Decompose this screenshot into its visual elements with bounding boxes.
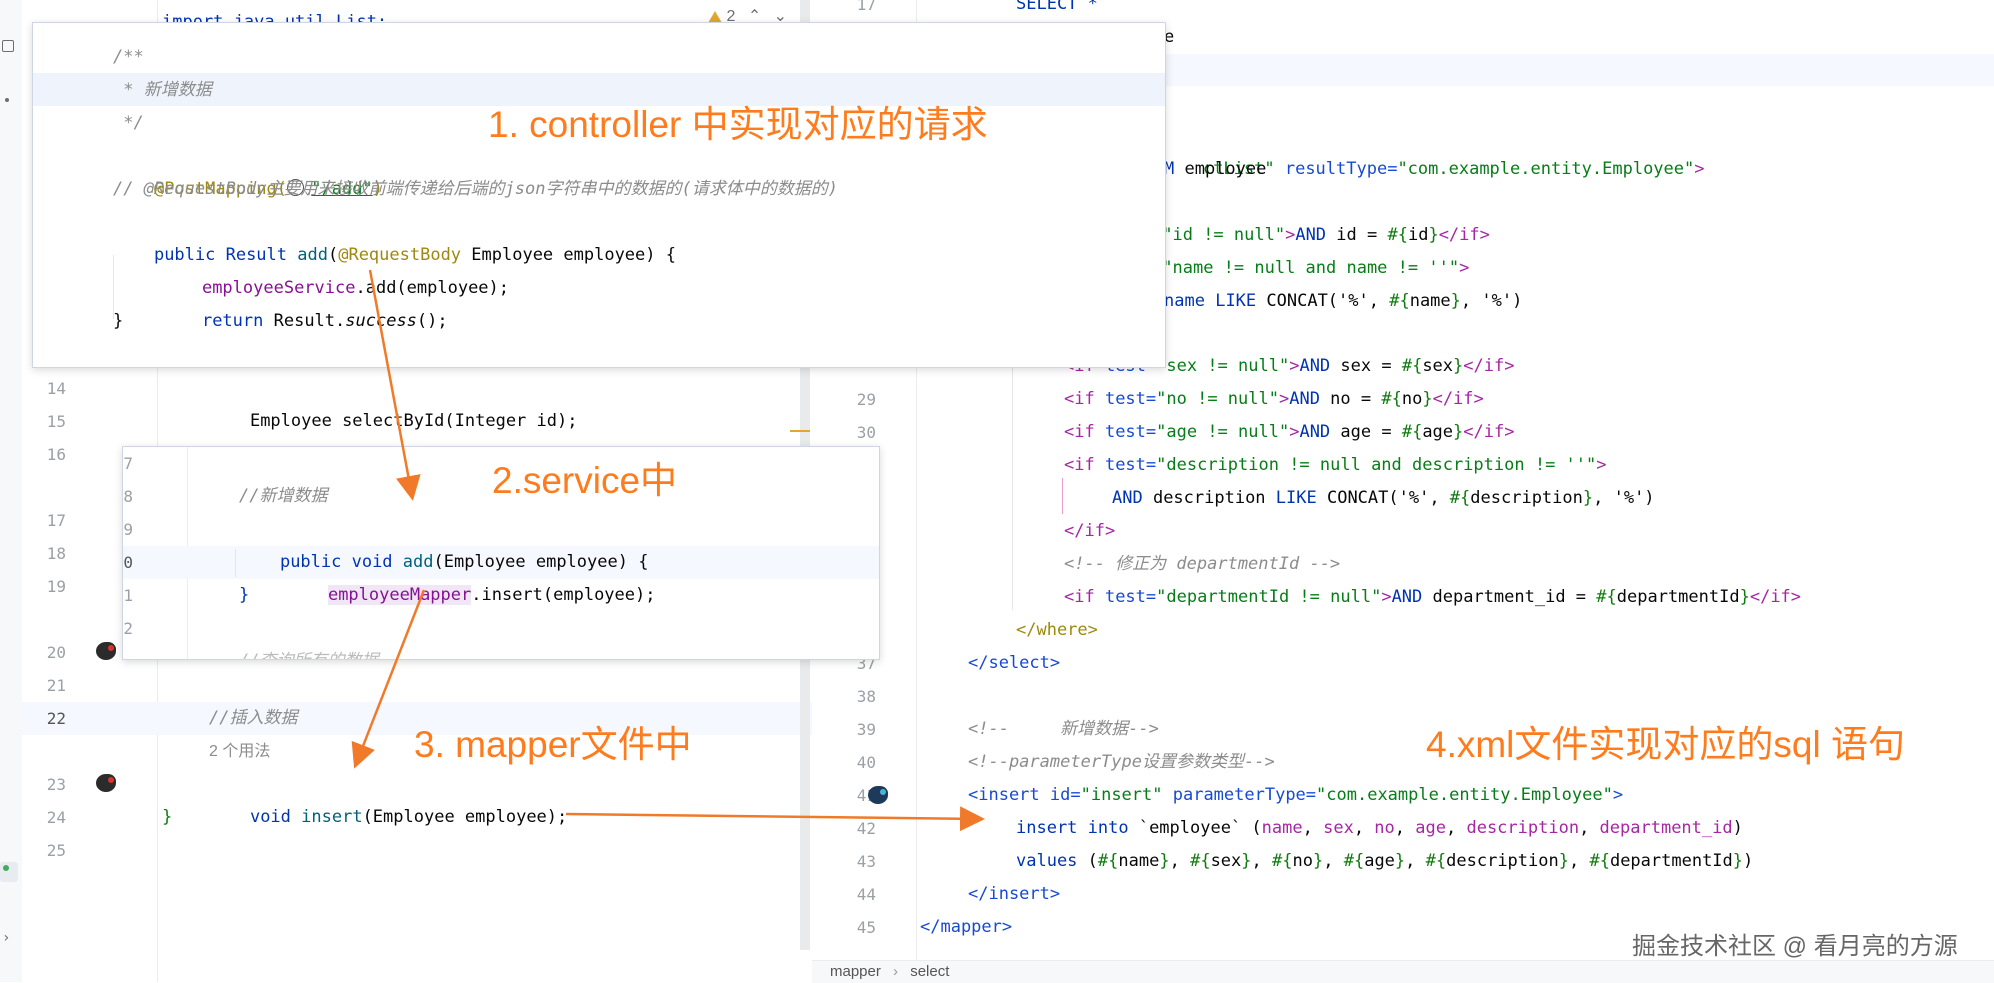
arrow-service-to-mapper xyxy=(351,589,426,769)
flow-arrows xyxy=(351,269,985,832)
arrow-mapper-to-xml xyxy=(565,806,985,832)
arrow-controller-to-service xyxy=(368,269,421,501)
watermark: 掘金技术社区 @ 看月亮的方源 xyxy=(1632,933,1958,960)
